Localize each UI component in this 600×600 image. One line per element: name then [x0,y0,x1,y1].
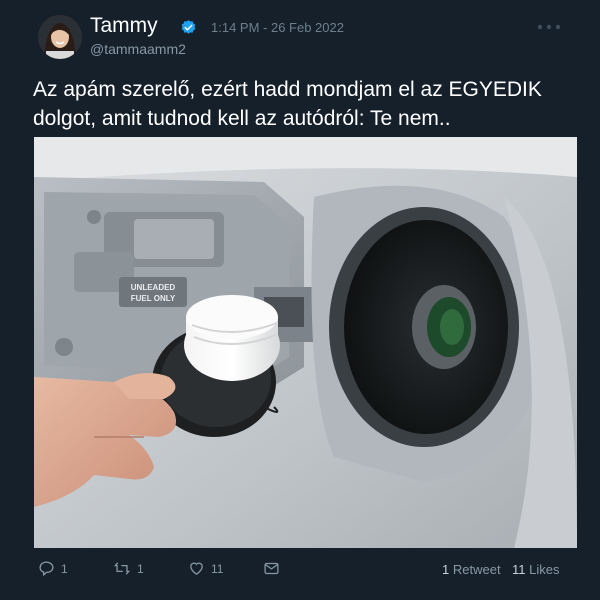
likes-stat-label: Likes [529,562,560,577]
verified-badge-icon [181,20,196,34]
envelope-icon [264,562,279,575]
like-button[interactable]: 11 [188,560,223,577]
retweet-icon [113,562,131,575]
tweet-text-line-1: Az apám szerelő, ezért hadd mondjam el a… [33,78,542,101]
fuel-cap-photo: UNLEADED FUEL ONLY [34,137,577,548]
retweet-count: 1 [137,561,144,576]
likes-stat-value: 11 [512,562,526,577]
tweet-text: Az apám szerelő, ezért hadd mondjam el a… [33,75,593,133]
tweet-timestamp[interactable]: 1:14 PM - 26 Feb 2022 [211,20,344,35]
author-name[interactable]: Tammy [90,14,158,38]
reply-button[interactable]: 1 [38,560,68,577]
retweet-button[interactable]: 1 [113,560,144,577]
unleaded-label-line-1: UNLEADED [131,283,176,292]
tweet-media-image[interactable]: UNLEADED FUEL ONLY [34,137,577,548]
avatar-photo [38,15,82,59]
unleaded-label-line-2: FUEL ONLY [131,294,176,303]
retweet-stat-value: 1 [442,562,450,577]
like-count: 11 [211,561,224,576]
more-options-icon[interactable] [536,20,562,34]
retweet-stat-label: Retweet [452,562,501,577]
likes-stat[interactable]: 11 Likes [512,562,559,577]
share-via-message-button[interactable] [263,560,280,577]
avatar[interactable] [38,15,82,59]
author-handle[interactable]: @tammaamm2 [90,41,186,57]
tweet-card: Tammy 1:14 PM - 26 Feb 2022 @tammaamm2 A… [0,0,600,600]
retweet-stat[interactable]: 1 Retweet [442,562,501,577]
tweet-text-line-2: dolgot, amit tudnod kell az autódról: Te… [33,107,451,130]
reply-icon [39,561,54,577]
action-bar: 1 1 11 [0,556,600,586]
heart-icon [190,562,203,575]
reply-count: 1 [61,561,68,576]
